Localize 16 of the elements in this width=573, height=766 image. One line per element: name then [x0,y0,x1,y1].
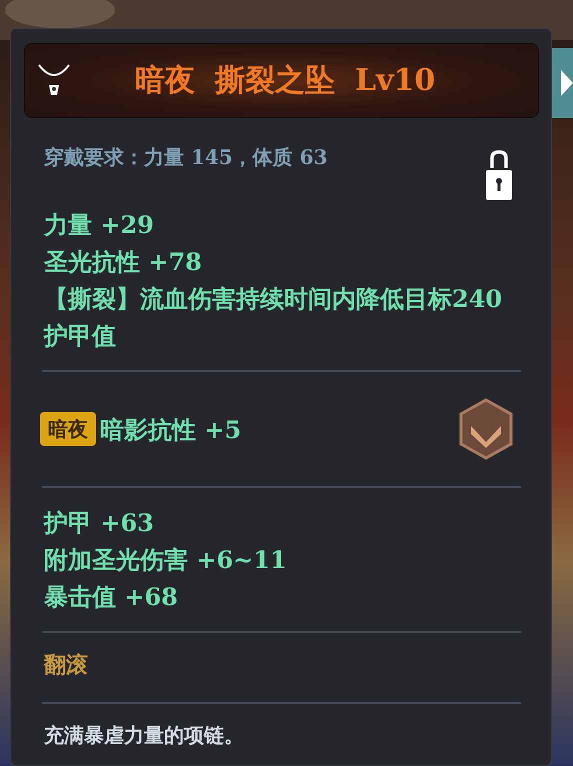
arrow-icon [561,70,573,96]
skill-name: 翻滚 [42,651,89,680]
shield-icon [459,398,513,460]
set-tag: 暗夜 [40,412,96,446]
description-text: 充满暴虐力量的项链。 [42,722,245,749]
stat-line: 力量 +29 [44,209,155,241]
stat-line: 【撕裂】流血伤害持续时间内降低目标240护甲值 [44,283,504,352]
stat-line: 暴击值 +68 [44,581,179,613]
stat-line: 附加圣光伤害 +6~11 [44,544,288,576]
item-title: 撕裂之坠 [215,62,335,100]
item-title: Lv10 [355,62,436,100]
set-bonus-text: 暗影抗性 +5 [100,414,242,446]
stat-line: 护甲 +63 [44,507,155,539]
requirement-text: 穿戴要求：力量 145，体质 63 [44,144,328,171]
stat-line: 圣光抗性 +78 [44,246,203,278]
item-title: 暗夜 [135,62,195,100]
